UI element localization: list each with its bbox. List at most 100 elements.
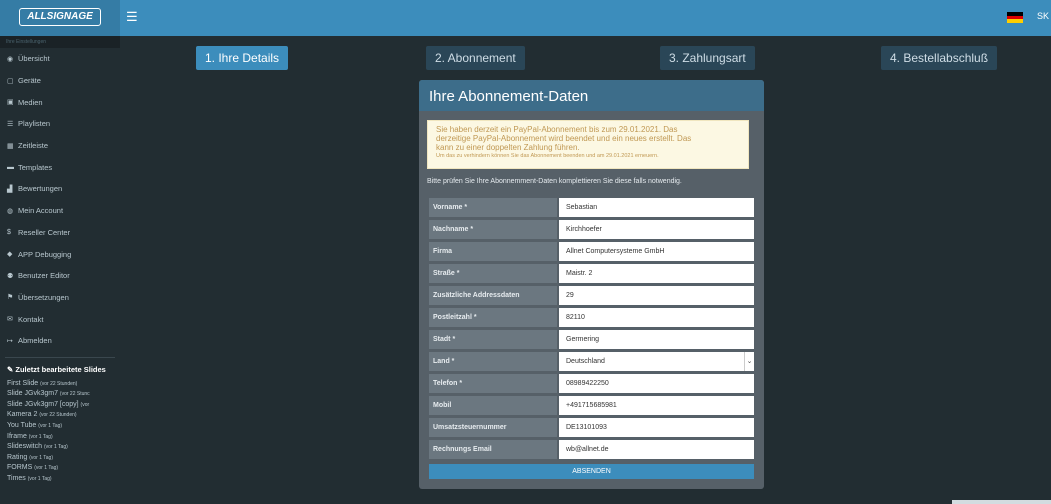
form-row: Postleitzahl * 82110 — [429, 308, 754, 327]
recent-slide-name: Rating — [7, 453, 28, 461]
user-circle-icon: ◍ — [7, 207, 14, 215]
image-icon: ▣ — [7, 99, 14, 107]
field-value: 08989422250 — [566, 380, 609, 387]
recent-slide-time: (vor 22 Stunc — [59, 391, 90, 398]
field-label: Postleitzahl * — [429, 308, 557, 327]
sidebar-item-benutzer-editor[interactable]: ⚉ Benutzer Editor — [0, 265, 120, 287]
field-value: Sebastian — [566, 204, 598, 211]
field-label: Mobil — [429, 396, 557, 415]
recent-slide-time: (vor 1 Tag) — [29, 454, 53, 461]
recent-slide-item[interactable]: You Tube (vor 1 Tag) — [7, 421, 120, 432]
recent-slide-time: (vor 1 Tag) — [27, 475, 52, 482]
sidebar-section-label: Ihre Einstellungen — [0, 36, 120, 48]
form-row: Telefon * 08989422250 — [429, 374, 754, 393]
user-menu[interactable]: SK € — [1037, 11, 1051, 21]
hamburger-icon[interactable]: ☰ — [126, 9, 138, 25]
step-ihre-details[interactable]: 1. Ihre Details — [196, 46, 289, 70]
dollar-icon: $ — [7, 228, 11, 236]
bottom-corner-tab[interactable] — [952, 500, 1051, 504]
recent-slide-name: FORMS — [7, 464, 33, 472]
field-input[interactable]: Germering — [559, 330, 754, 349]
field-input[interactable]: wb@allnet.de — [559, 440, 754, 459]
field-input[interactable]: DE13101093 — [559, 418, 754, 437]
recent-slide-name: Iframe — [7, 432, 27, 440]
form-intro-text: Bitte prüfen Sie Ihre Abonnemment-Daten … — [427, 178, 682, 185]
chart-icon: ▟ — [7, 185, 13, 193]
field-input[interactable]: +491715685981 — [559, 396, 754, 415]
recent-slide-item[interactable]: Slideswitch (vor 1 Tag) — [7, 442, 120, 453]
calendar-icon: ▦ — [7, 142, 14, 150]
top-navbar: ALLSIGNAGE ☰ SK € — [0, 0, 1051, 36]
sidebar-item-label: Mein Account — [18, 206, 64, 216]
sidebar-item-geräte[interactable]: ▢ Geräte — [0, 70, 120, 92]
sidebar-item-label: Abmelden — [18, 336, 52, 346]
submit-button[interactable]: ABSENDEN — [429, 464, 754, 479]
field-value: Allnet Computersysteme GmbH — [566, 248, 665, 255]
form-row: Rechnungs Email wb@allnet.de — [429, 440, 754, 459]
subscription-form-card: Ihre Abonnement-Daten Sie haben derzeit … — [419, 80, 764, 489]
users-icon: ⚉ — [7, 272, 14, 280]
field-input[interactable]: Maistr. 2 — [559, 264, 754, 283]
sidebar-item-templates[interactable]: ▬ Templates — [0, 156, 120, 178]
recent-slide-item[interactable]: Rating (vor 1 Tag) — [7, 453, 120, 464]
recent-slide-name: Times — [7, 474, 26, 482]
envelope-icon: ✉ — [7, 316, 13, 324]
recent-slide-time: (vor 22 Stunden) — [39, 412, 77, 419]
recent-slide-name: Slide JGvk3gm7 [copy] — [7, 400, 79, 408]
sidebar-item-reseller-center[interactable]: $ Reseller Center — [0, 222, 120, 244]
sidebar-item-label: Übersicht — [18, 54, 50, 64]
sidebar-item-übersetzungen[interactable]: ⚑ Übersetzungen — [0, 287, 120, 309]
recent-slide-time: (vor 1 Tag) — [38, 423, 63, 429]
recent-slide-item[interactable]: Slide JGvk3gm7 [copy] (vor — [7, 400, 120, 411]
field-input[interactable]: 08989422250 — [559, 374, 754, 393]
recent-slide-item[interactable]: Slide JGvk3gm7 (vor 22 Stunc — [7, 389, 120, 400]
recent-slide-time: (vor — [80, 401, 90, 408]
field-label: Umsatzsteuernummer — [429, 418, 557, 437]
field-input[interactable]: Sebastian — [559, 198, 754, 217]
card-title: Ihre Abonnement-Daten — [419, 80, 764, 111]
sidebar-item-medien[interactable]: ▣ Medien — [0, 91, 120, 113]
paypal-warning-notice: Sie haben derzeit ein PayPal-Abonnement … — [427, 120, 749, 169]
sidebar-item-label: Übersetzungen — [18, 292, 69, 302]
form-row: Mobil +491715685981 — [429, 396, 754, 415]
sidebar-item-app-debugging[interactable]: ◆ APP Debugging — [0, 243, 120, 265]
folder-icon: ▬ — [7, 163, 14, 171]
field-input[interactable]: 29 — [559, 286, 754, 305]
sidebar-item-label: Geräte — [18, 76, 41, 86]
field-value: wb@allnet.de — [566, 446, 609, 453]
german-flag-icon[interactable] — [1007, 12, 1023, 23]
recent-slide-item[interactable]: FORMS (vor 1 Tag) — [7, 463, 120, 474]
form-row: Stadt * Germering — [429, 330, 754, 349]
form-row: Nachname * Kirchhoefer — [429, 220, 754, 239]
field-label: Rechnungs Email — [429, 440, 557, 459]
country-select[interactable]: Deutschland ⌄ — [559, 352, 754, 371]
step-bestellabschluss[interactable]: 4. Bestellabschluß — [881, 46, 998, 70]
step-abonnement[interactable]: 2. Abonnement — [426, 46, 525, 70]
recent-slide-item[interactable]: Kamera 2 (vor 22 Stunden) — [7, 410, 120, 421]
sidebar-item-zeitleiste[interactable]: ▦ Zeitleiste — [0, 135, 120, 157]
sidebar-item-kontakt[interactable]: ✉ Kontakt — [0, 308, 120, 330]
recent-slide-item[interactable]: Iframe (vor 1 Tag) — [7, 432, 120, 443]
recent-slide-item[interactable]: Times (vor 1 Tag) — [7, 474, 120, 485]
recent-slide-name: First Slide — [7, 379, 39, 387]
field-label: Straße * — [429, 264, 557, 283]
logo[interactable]: ALLSIGNAGE — [19, 8, 101, 26]
field-input[interactable]: Kirchhoefer — [559, 220, 754, 239]
recent-slide-time: (vor 22 Stunden) — [40, 380, 78, 387]
form-row: Zusätzliche Addressdaten 29 — [429, 286, 754, 305]
recent-slide-item[interactable]: First Slide (vor 22 Stunden) — [7, 379, 120, 390]
sidebar-item-abmelden[interactable]: ↦ Abmelden — [0, 330, 120, 352]
bug-icon: ◆ — [7, 251, 13, 259]
field-input[interactable]: Allnet Computersysteme GmbH — [559, 242, 754, 261]
sidebar-item-playlisten[interactable]: ☰ Playlisten — [0, 113, 120, 135]
form-row: Vorname * Sebastian — [429, 198, 754, 217]
chevron-down-icon[interactable]: ⌄ — [744, 352, 754, 371]
field-label: Zusätzliche Addressdaten — [429, 286, 557, 305]
sidebar-item-übersicht[interactable]: ◉ Übersicht — [0, 48, 120, 70]
field-input[interactable]: 82110 — [559, 308, 754, 327]
sidebar-item-bewertungen[interactable]: ▟ Bewertungen — [0, 178, 120, 200]
field-label: Land * — [429, 352, 557, 371]
notice-line: kann zu einer doppelten Zahlung führen. — [436, 143, 580, 152]
step-zahlungsart[interactable]: 3. Zahlungsart — [660, 46, 755, 70]
sidebar-item-mein-account[interactable]: ◍ Mein Account — [0, 200, 120, 222]
